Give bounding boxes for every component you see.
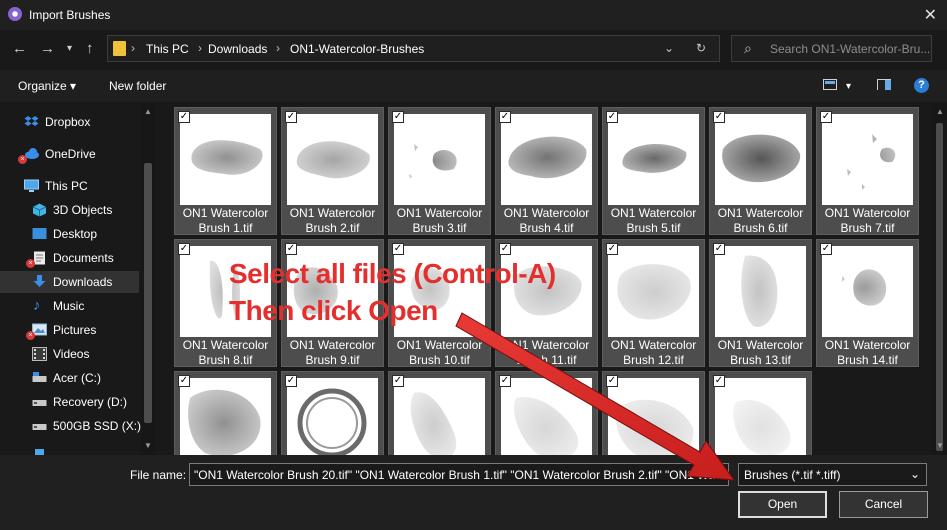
- annotation-text: Select all files (Control-A) Then click …: [229, 255, 556, 329]
- annotation-line-1: Select all files (Control-A): [229, 258, 556, 289]
- annotation-line-2: Then click Open: [229, 295, 438, 326]
